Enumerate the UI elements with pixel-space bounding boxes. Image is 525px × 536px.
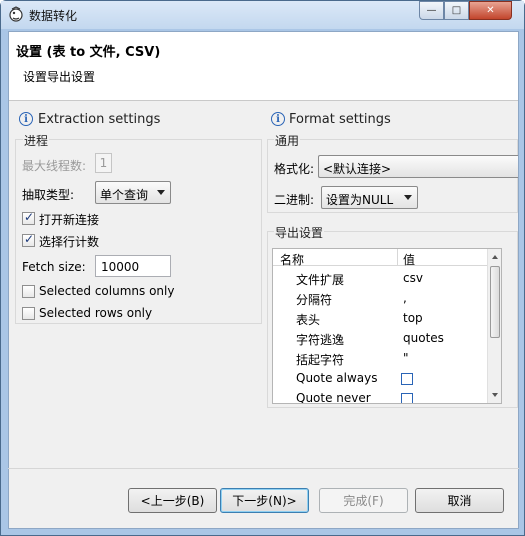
table-row[interactable]: 分隔符 ,: [273, 289, 487, 309]
max-threads-label: 最大线程数:: [22, 159, 87, 173]
page-title: 设置 (表 to 文件, CSV): [16, 45, 161, 60]
column-header-value[interactable]: 值: [403, 251, 415, 268]
maximize-icon: □: [451, 5, 462, 16]
minimize-icon: —: [426, 5, 437, 16]
minimize-button[interactable]: —: [419, 1, 444, 20]
property-name: Quote never: [296, 391, 371, 404]
page-subtitle: 设置导出设置: [23, 70, 96, 84]
fetch-size-input[interactable]: 10000: [95, 255, 171, 277]
property-value[interactable]: ": [403, 351, 409, 365]
fetch-size-label: Fetch size:: [22, 260, 86, 274]
export-properties-table: 名称 值 文件扩展 csv 分隔符 , 表头 top 字符逃逸 quotes 括…: [272, 248, 502, 404]
property-name: Quote always: [296, 371, 378, 385]
formatter-select[interactable]: <默认连接>: [318, 155, 518, 178]
table-scrollbar[interactable]: [487, 249, 501, 403]
close-icon: ✕: [486, 5, 495, 16]
property-name: 分隔符: [296, 293, 333, 307]
table-row[interactable]: Quote never: [273, 389, 487, 404]
open-new-connection-checkbox[interactable]: [22, 210, 35, 225]
formatter-value: <默认连接>: [323, 162, 392, 176]
property-value[interactable]: top: [403, 311, 423, 325]
selected-rows-checkbox[interactable]: [22, 307, 35, 320]
table-row[interactable]: 字符逃逸 quotes: [273, 329, 487, 349]
fetch-type-select[interactable]: 单个查询: [95, 181, 171, 204]
property-name: 括起字符: [296, 353, 345, 367]
process-group-label: 进程: [23, 132, 50, 149]
column-divider[interactable]: [397, 249, 398, 266]
extraction-settings-title: Extraction settings: [38, 112, 161, 127]
close-button[interactable]: ✕: [469, 1, 512, 20]
table-row[interactable]: 括起字符 ": [273, 349, 487, 369]
app-icon: [9, 6, 23, 22]
dialog-window: 数据转化 — □ ✕ 设置 (表 to 文件, CSV) 设置导出设置 i Ex…: [0, 0, 525, 536]
property-value[interactable]: csv: [403, 271, 423, 285]
scroll-down-icon[interactable]: [492, 393, 498, 397]
property-value[interactable]: ,: [403, 291, 407, 305]
fetch-type-label: 抽取类型:: [22, 188, 75, 202]
dropdown-arrow-icon: [157, 190, 165, 195]
fetch-type-value: 单个查询: [100, 188, 149, 202]
general-group-label: 通用: [274, 132, 301, 149]
column-header-name[interactable]: 名称: [280, 251, 304, 268]
property-value[interactable]: quotes: [403, 331, 444, 345]
back-button[interactable]: <上一步(B): [128, 488, 217, 513]
selected-columns-checkbox[interactable]: [22, 285, 35, 298]
selected-columns-label: Selected columns only: [39, 284, 175, 298]
selected-rows-label: Selected rows only: [39, 306, 153, 320]
wizard-header: 设置 (表 to 文件, CSV) 设置导出设置: [9, 32, 518, 101]
binary-value: 设置为NULL: [326, 193, 394, 207]
binary-select[interactable]: 设置为NULL: [321, 186, 418, 209]
export-settings-group-label: 导出设置: [274, 224, 325, 241]
maximize-button[interactable]: □: [444, 1, 469, 20]
table-header: 名称 值: [273, 249, 487, 268]
quote-always-checkbox[interactable]: [401, 373, 413, 385]
property-name: 文件扩展: [296, 273, 345, 287]
format-settings-title: Format settings: [289, 112, 391, 127]
info-icon: i: [271, 112, 285, 126]
select-row-count-label: 选择行计数: [39, 235, 100, 249]
cancel-button[interactable]: 取消: [415, 488, 504, 513]
fetch-size-value: 10000: [101, 260, 140, 274]
binary-label: 二进制:: [274, 193, 315, 207]
info-icon: i: [19, 112, 33, 126]
window-title: 数据转化: [29, 9, 78, 23]
open-new-connection-label: 打开新连接: [39, 213, 100, 227]
property-name: 表头: [296, 313, 321, 327]
dropdown-arrow-icon: [404, 195, 412, 200]
footer-divider: [8, 468, 519, 469]
title-bar[interactable]: 数据转化 — □ ✕: [1, 1, 524, 29]
table-row[interactable]: 表头 top: [273, 309, 487, 329]
select-row-count-checkbox[interactable]: [22, 232, 35, 247]
table-row[interactable]: 文件扩展 csv: [273, 269, 487, 289]
next-button[interactable]: 下一步(N)>: [220, 488, 309, 513]
scroll-up-icon[interactable]: [492, 255, 498, 259]
finish-button[interactable]: 完成(F): [319, 488, 408, 513]
table-row[interactable]: Quote always: [273, 369, 487, 389]
quote-never-checkbox[interactable]: [401, 393, 413, 403]
scrollbar-thumb[interactable]: [490, 266, 500, 338]
formatter-label: 格式化:: [274, 162, 315, 176]
max-threads-field[interactable]: 1: [95, 153, 112, 173]
property-name: 字符逃逸: [296, 333, 345, 347]
